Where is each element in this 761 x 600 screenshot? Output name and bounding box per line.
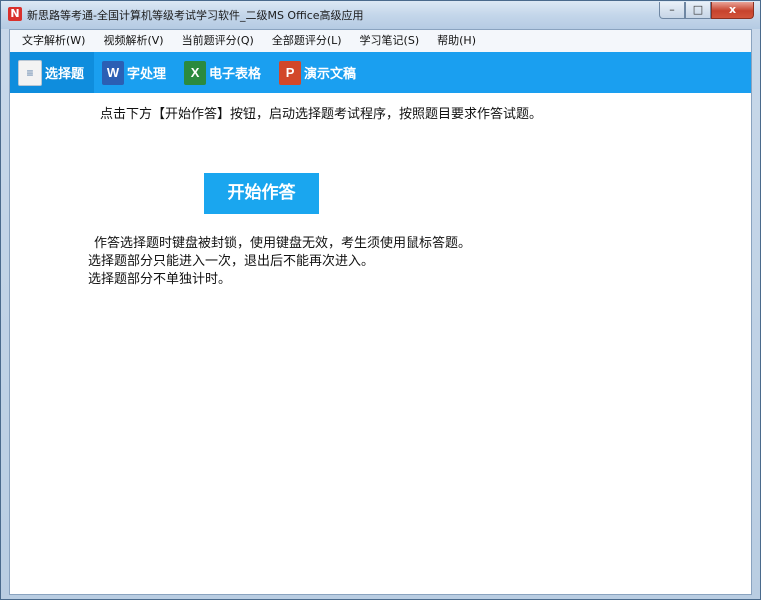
tab-excel[interactable]: X 电子表格 bbox=[176, 52, 271, 93]
menu-bar: 文字解析(W) 视频解析(V) 当前题评分(Q) 全部题评分(L) 学习笔记(S… bbox=[10, 30, 751, 53]
note-keyboard-locked: 作答选择题时键盘被封锁，使用键盘无效，考生须使用鼠标答题。 bbox=[94, 236, 472, 251]
window-title: 新思路等考通-全国计算机等级考试学习软件_二级MS Office高级应用 bbox=[27, 9, 364, 22]
menu-video-analysis[interactable]: 视频解析(V) bbox=[94, 30, 172, 52]
main-panel: 点击下方【开始作答】按钮，启动选择题考试程序，按照题目要求作答试题。 开始作答 … bbox=[10, 93, 751, 594]
excel-icon: X bbox=[184, 60, 207, 85]
instruction-text: 点击下方【开始作答】按钮，启动选择题考试程序，按照题目要求作答试题。 bbox=[100, 107, 543, 122]
title-bar[interactable]: N 新思路等考通-全国计算机等级考试学习软件_二级MS Office高级应用 –… bbox=[1, 1, 760, 29]
maximize-button[interactable]: □ bbox=[685, 2, 711, 19]
menu-study-notes[interactable]: 学习笔记(S) bbox=[351, 30, 429, 52]
tab-word-label: 字处理 bbox=[127, 67, 167, 82]
menu-help[interactable]: 帮助(H) bbox=[428, 30, 485, 52]
tab-choice-label: 选择题 bbox=[45, 67, 85, 82]
ppt-icon: P bbox=[279, 60, 302, 85]
app-window: N 新思路等考通-全国计算机等级考试学习软件_二级MS Office高级应用 –… bbox=[0, 0, 761, 600]
choice-icon: ≡ bbox=[18, 59, 42, 86]
tab-excel-label: 电子表格 bbox=[209, 67, 262, 82]
menu-text-analysis[interactable]: 文字解析(W) bbox=[10, 30, 94, 52]
tab-ppt[interactable]: P 演示文稿 bbox=[271, 52, 366, 93]
tab-bar: ≡ 选择题 W 字处理 X 电子表格 P 演示文稿 bbox=[10, 52, 751, 93]
tab-ppt-label: 演示文稿 bbox=[304, 67, 357, 82]
note-enter-once: 选择题部分只能进入一次，退出后不能再次进入。 bbox=[88, 254, 375, 269]
menu-score-all[interactable]: 全部题评分(L) bbox=[263, 30, 351, 52]
start-answer-button[interactable]: 开始作答 bbox=[204, 173, 319, 214]
tab-word[interactable]: W 字处理 bbox=[94, 52, 176, 93]
window-controls: – □ x bbox=[659, 2, 754, 21]
app-logo-icon: N bbox=[8, 7, 22, 21]
client-area: 文字解析(W) 视频解析(V) 当前题评分(Q) 全部题评分(L) 学习笔记(S… bbox=[9, 29, 752, 595]
word-icon: W bbox=[102, 60, 125, 85]
close-button[interactable]: x bbox=[711, 2, 754, 19]
note-no-timing: 选择题部分不单独计时。 bbox=[88, 272, 232, 287]
tab-choice[interactable]: ≡ 选择题 bbox=[10, 52, 95, 93]
menu-score-current[interactable]: 当前题评分(Q) bbox=[173, 30, 263, 52]
minimize-button[interactable]: – bbox=[659, 2, 685, 19]
